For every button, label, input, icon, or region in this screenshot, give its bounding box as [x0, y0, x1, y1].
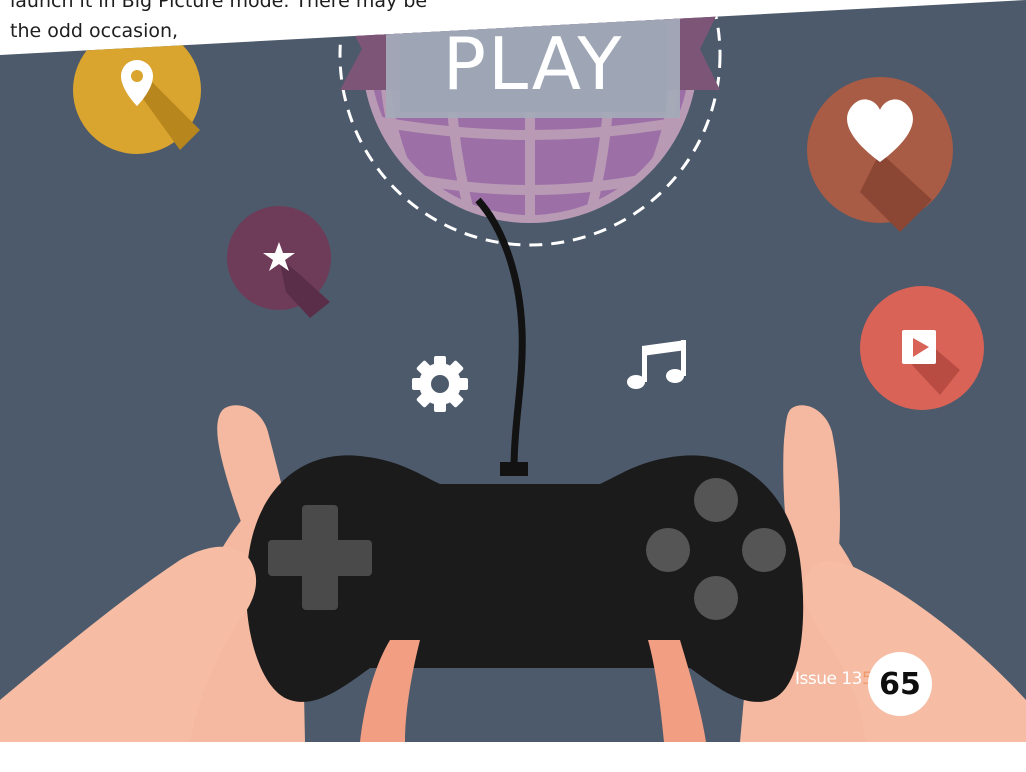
gaming-illustration — [0, 0, 1026, 742]
banner-title: PLAY — [442, 22, 624, 106]
gear-icon — [412, 356, 468, 412]
article-text-line: launch it in Big Picture mode. There may… — [10, 0, 428, 12]
magazine-page: launch it in Big Picture mode. There may… — [0, 0, 1026, 772]
location-pin-icon — [73, 26, 201, 154]
page-number-badge: 65 — [868, 652, 932, 716]
issue-label-prefix: Issue 13 — [795, 669, 863, 689]
play-icon — [860, 286, 984, 410]
game-controller — [246, 455, 804, 702]
page-number: 65 — [879, 666, 921, 702]
article-text-line: the odd occasion, — [10, 20, 179, 42]
